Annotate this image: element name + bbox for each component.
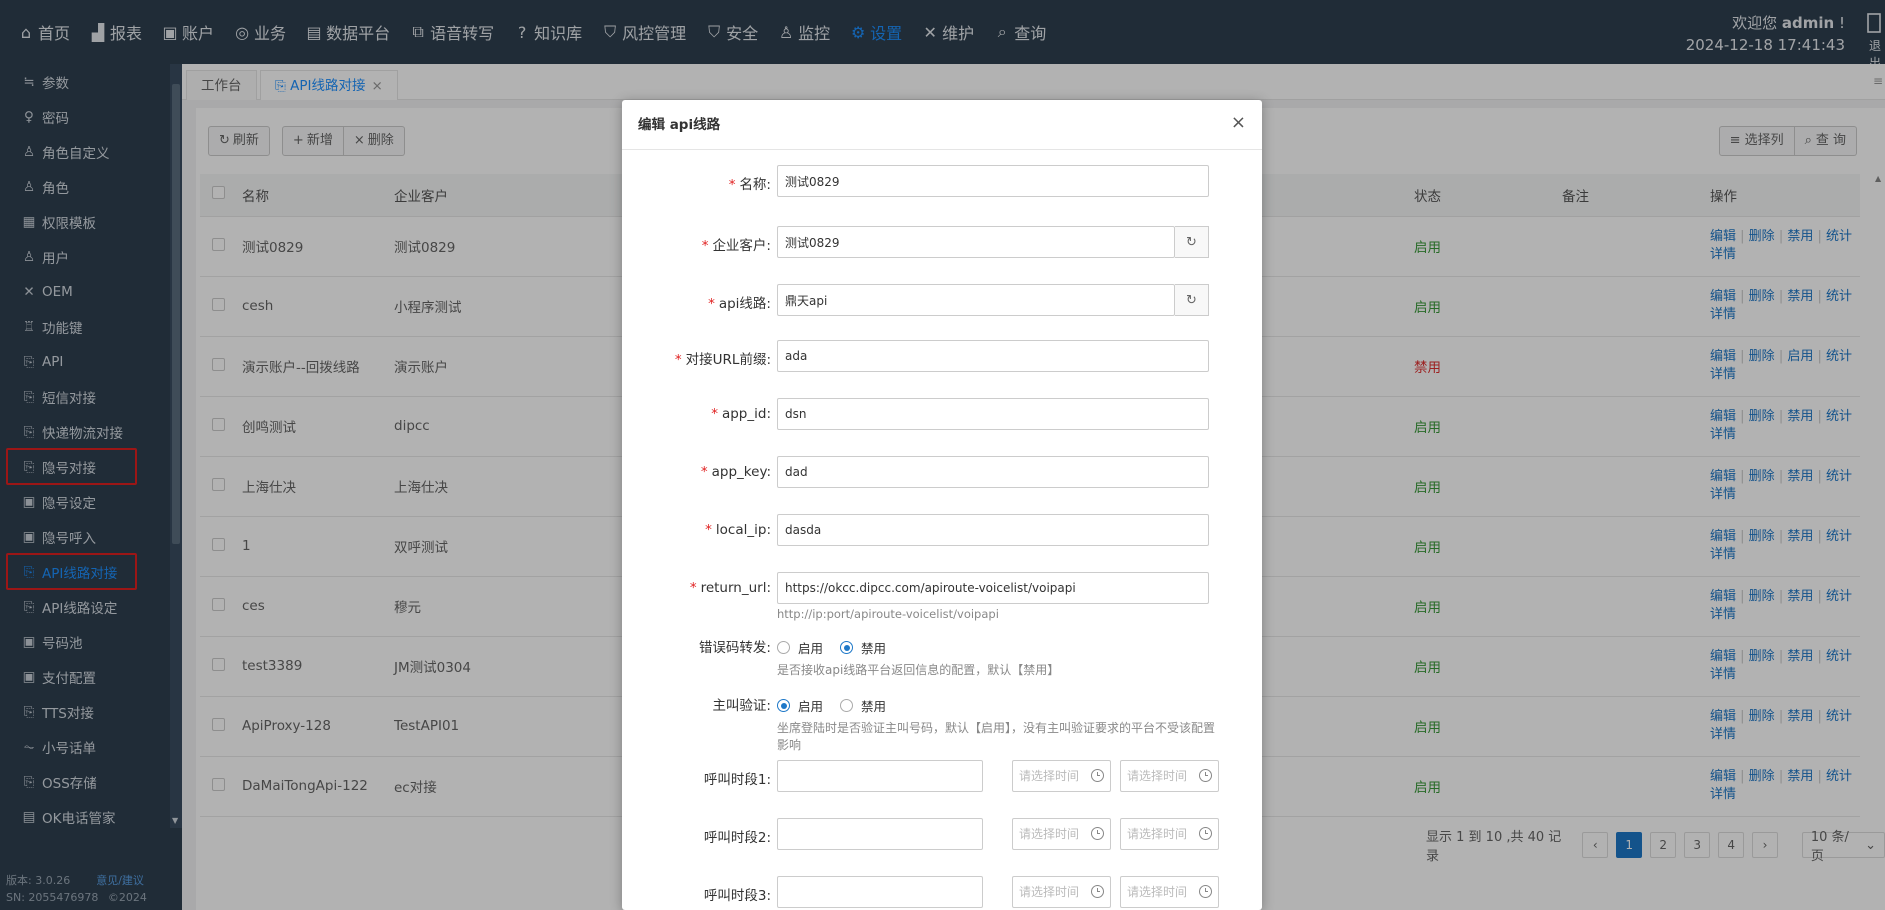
clock-icon (1091, 769, 1104, 782)
clock-icon (1199, 827, 1212, 840)
name-label: * 名称: (728, 177, 771, 193)
close-icon[interactable]: × (1231, 112, 1246, 133)
radio-circle (777, 641, 790, 654)
return-url-hint: http://ip:port/apiroute-voicelist/voipap… (777, 607, 999, 621)
url-prefix-label: * 对接URL前缀: (674, 352, 771, 368)
local-ip-label: * local_ip: (705, 522, 771, 538)
time-placeholder: 请选择时间 (1019, 827, 1080, 841)
refresh-icon: ↻ (1186, 292, 1197, 308)
app-id-label: * app_id: (711, 406, 771, 422)
caller-verify-label: 主叫验证: (712, 698, 771, 714)
radio-circle (840, 699, 853, 712)
call-period-input[interactable] (777, 876, 983, 908)
call-period-label: 呼叫时段2: (703, 830, 771, 846)
error-forward-disable-radio[interactable]: 禁用 (840, 638, 886, 657)
clock-icon (1199, 885, 1212, 898)
call-period-input[interactable] (777, 760, 983, 792)
route-input[interactable] (777, 284, 1175, 316)
time-placeholder: 请选择时间 (1127, 885, 1188, 899)
error-forward-enable-radio[interactable]: 启用 (777, 638, 823, 657)
caller-verify-disable-radio[interactable]: 禁用 (840, 696, 886, 715)
call-period-input[interactable] (777, 818, 983, 850)
route-label: * api线路: (708, 296, 771, 312)
time-placeholder: 请选择时间 (1127, 769, 1188, 783)
return-url-label: * return_url: (689, 580, 771, 596)
return-url-input[interactable] (777, 572, 1209, 604)
app-key-label: * app_key: (700, 464, 771, 480)
customer-label: * 企业客户: (701, 238, 771, 254)
edit-route-modal: 编辑 api线路 × *名称: *企业客户: ↻ *api线路: ↻ *对接UR… (622, 100, 1262, 910)
local-ip-input[interactable] (777, 514, 1209, 546)
start-time-picker[interactable]: 请选择时间 (1012, 760, 1111, 792)
time-placeholder: 请选择时间 (1019, 885, 1080, 899)
error-forward-label: 错误码转发: (698, 640, 771, 656)
radio-circle-checked (777, 699, 790, 712)
clock-icon (1091, 885, 1104, 898)
time-placeholder: 请选择时间 (1019, 769, 1080, 783)
end-time-picker[interactable]: 请选择时间 (1120, 818, 1219, 850)
modal-title: 编辑 api线路 (622, 100, 1262, 150)
url-prefix-input[interactable] (777, 340, 1209, 372)
name-input[interactable] (777, 165, 1209, 197)
caller-verify-hint: 坐席登陆时是否验证主叫号码，默认【启用】，没有主叫验证要求的平台不受该配置影响 (777, 721, 1216, 752)
call-period-label: 呼叫时段3: (703, 888, 771, 904)
clock-icon (1091, 827, 1104, 840)
end-time-picker[interactable]: 请选择时间 (1120, 876, 1219, 908)
customer-input[interactable] (777, 226, 1175, 258)
caller-verify-enable-radio[interactable]: 启用 (777, 696, 823, 715)
clock-icon (1199, 769, 1212, 782)
route-refresh-button[interactable]: ↻ (1175, 284, 1209, 316)
radio-circle-checked (840, 641, 853, 654)
customer-refresh-button[interactable]: ↻ (1175, 226, 1209, 258)
start-time-picker[interactable]: 请选择时间 (1012, 818, 1111, 850)
call-period-label: 呼叫时段1: (703, 772, 771, 788)
error-forward-hint: 是否接收api线路平台返回信息的配置，默认【禁用】 (777, 663, 1060, 677)
start-time-picker[interactable]: 请选择时间 (1012, 876, 1111, 908)
refresh-icon: ↻ (1186, 234, 1197, 250)
time-placeholder: 请选择时间 (1127, 827, 1188, 841)
app-id-input[interactable] (777, 398, 1209, 430)
end-time-picker[interactable]: 请选择时间 (1120, 760, 1219, 792)
app-key-input[interactable] (777, 456, 1209, 488)
